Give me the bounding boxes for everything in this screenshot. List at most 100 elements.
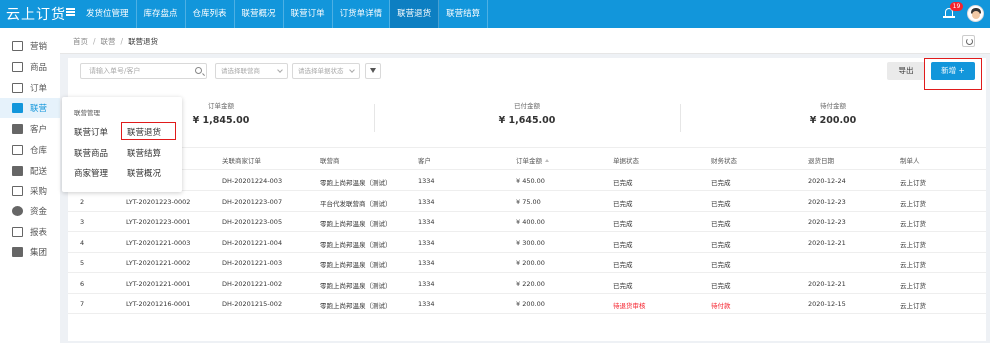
table-cell: 5 — [80, 259, 85, 267]
table-cell: 7 — [80, 300, 85, 308]
table-row[interactable]: 7 LYT-20201216-0001 DH-20201215-002 零跑上尚邦温泉… — [68, 294, 986, 314]
table-cell: 已完成 — [711, 240, 731, 249]
table-cell: 2020-12-21 — [808, 279, 846, 288]
table-cell: LYT-20201216-0001 — [126, 300, 191, 308]
sidebar-item-label: 采购 — [30, 187, 48, 197]
clear-filter-button[interactable] — [365, 63, 381, 79]
col-customer: 客户 — [418, 157, 431, 165]
tab-inventory-check[interactable]: 库存盘点 — [137, 0, 186, 28]
menu-item-jv-settlement[interactable]: 联营结算 — [127, 147, 161, 159]
sidebar-item-label: 商品 — [30, 63, 48, 73]
table-cell: 云上订货 — [900, 261, 926, 269]
table-cell: LYT-20201221-0001 — [126, 279, 191, 288]
menu-item-jv-orders[interactable]: 联营订单 — [74, 126, 108, 138]
table-cell: 3 — [80, 218, 85, 226]
col-order-amount[interactable]: 订单金额 — [516, 155, 549, 165]
highlight-box — [924, 58, 982, 90]
sidebar-item-funds[interactable]: 资金 — [0, 201, 60, 221]
table-cell: 已完成 — [711, 261, 731, 269]
tab-jv-overview[interactable]: 联营概况 — [235, 0, 284, 28]
app-logo[interactable]: 云上订货 — [6, 4, 66, 24]
search-icon[interactable] — [195, 67, 202, 74]
group-icon — [12, 247, 23, 257]
sidebar-item-marketing[interactable]: 营销 — [0, 36, 60, 56]
menu-item-jv-goods[interactable]: 联营商品 — [74, 147, 108, 159]
table-cell: 1334 — [418, 197, 435, 206]
table-cell: 零跑上尚邦温泉（测试） — [320, 220, 392, 228]
sidebar-item-jv[interactable]: 联营 — [0, 98, 60, 118]
table-cell: ¥ 450.00 — [516, 177, 545, 185]
table-cell: 已完成 — [711, 179, 731, 187]
refresh-icon[interactable] — [962, 35, 975, 47]
col-creator: 制单人 — [900, 157, 920, 165]
sidebar-item-label: 配送 — [30, 167, 48, 177]
table-row[interactable]: 4 LYT-20201221-0003 DH-20201221-004 零跑上尚邦温泉… — [68, 233, 986, 253]
tab-warehouse-list[interactable]: 仓库列表 — [186, 0, 235, 28]
top-navbar: 云上订货 发货位管理 库存盘点 仓库列表 联营概况 联营订单 订货单详情 联营退… — [0, 0, 990, 28]
breadcrumb-bar: 首页 / 联营 / 联营退货 — [60, 28, 990, 54]
export-button[interactable]: 导出 — [887, 62, 925, 80]
breadcrumb-parent[interactable]: 联营 — [101, 37, 116, 46]
sidebar-item-goods[interactable]: 商品 — [0, 57, 60, 77]
menu-toggle-icon[interactable] — [66, 8, 75, 16]
table-cell: ¥ 220.00 — [516, 279, 545, 288]
table-cell: 1334 — [418, 218, 435, 226]
sidebar-item-purchase[interactable]: 采购 — [0, 181, 60, 201]
search-placeholder: 请输入单号/客户 — [89, 67, 141, 75]
table-row[interactable]: 5 LYT-20201221-0002 DH-20201221-003 零跑上尚邦温泉… — [68, 253, 986, 273]
table-cell: 1334 — [418, 279, 435, 288]
sort-icon[interactable] — [545, 159, 549, 162]
highlight-box — [121, 122, 176, 140]
table-cell: LYT-20201223-0002 — [126, 197, 191, 206]
tab-jv-orders[interactable]: 联营订单 — [284, 0, 333, 28]
table-cell: 零跑上尚邦温泉（测试） — [320, 302, 392, 310]
table-cell: 已完成 — [711, 281, 731, 290]
tab-shipping-location[interactable]: 发货位管理 — [79, 0, 137, 28]
sidebar-item-label: 仓库 — [30, 146, 48, 156]
table-cell: 2020-12-24 — [808, 177, 846, 185]
table-cell: 已完成 — [613, 281, 633, 290]
table-cell: LYT-20201223-0001 — [126, 218, 191, 226]
table-cell: 4 — [80, 238, 85, 247]
sidebar-item-delivery[interactable]: 配送 — [0, 161, 60, 181]
table-row[interactable]: 2 LYT-20201223-0002 DH-20201223-007 平台代发联营商… — [68, 192, 986, 212]
supplier-select[interactable]: 请选择联营商 — [215, 63, 288, 79]
sidebar-item-warehouse[interactable]: 仓库 — [0, 140, 60, 160]
table-cell: DH-20201223-005 — [222, 218, 283, 226]
table-cell: 2020-12-23 — [808, 218, 846, 226]
table-cell: 2020-12-21 — [808, 238, 846, 247]
tab-jv-settlement[interactable]: 联营结算 — [439, 0, 489, 28]
tab-order-detail[interactable]: 订货单详情 — [333, 0, 391, 28]
chevron-down-icon — [277, 67, 283, 73]
search-input[interactable]: 请输入单号/客户 — [80, 63, 207, 79]
sidebar-item-customer[interactable]: 客户 — [0, 119, 60, 139]
table-cell: DH-20201215-002 — [222, 300, 283, 308]
breadcrumb-current: 联营退货 — [128, 37, 159, 46]
table-row[interactable]: DH-20201224-003 零跑上尚邦温泉（测试） 1334 ¥ 450.00 已完… — [68, 171, 986, 191]
status-select[interactable]: 请选择单据状态 — [292, 63, 360, 79]
avatar[interactable] — [967, 5, 984, 22]
returns-panel: 请输入单号/客户 请选择联营商 请选择单据状态 导出 新增 + 订单金额 ¥ 1… — [68, 58, 986, 341]
truck-icon — [12, 166, 23, 176]
tab-jv-returns[interactable]: 联营退货 — [390, 0, 440, 28]
table-row[interactable]: 3 LYT-20201223-0001 DH-20201223-005 零跑上尚邦温泉… — [68, 212, 986, 232]
sidebar-item-group[interactable]: 集团 — [0, 242, 60, 262]
menu-item-jv-overview[interactable]: 联营概况 — [127, 167, 161, 179]
col-finance-status: 财务状态 — [711, 157, 737, 165]
table-cell: 云上订货 — [900, 240, 926, 249]
top-tabs: 发货位管理 库存盘点 仓库列表 联营概况 联营订单 订货单详情 联营退货 联营结… — [79, 0, 489, 28]
sidebar-item-orders[interactable]: 订单 — [0, 78, 60, 98]
sidebar-item-label: 资金 — [30, 207, 48, 217]
sidebar-item-reports[interactable]: 报表 — [0, 222, 60, 242]
sidebar-item-label: 联营 — [30, 104, 48, 114]
col-doc-status: 单据状态 — [613, 157, 639, 165]
order-icon — [12, 83, 23, 93]
customer-icon — [12, 124, 23, 134]
goods-icon — [12, 62, 23, 72]
table-row[interactable]: 6 LYT-20201221-0001 DH-20201221-002 零跑上尚邦温泉… — [68, 274, 986, 294]
table-cell: 已完成 — [613, 220, 633, 228]
menu-item-merchant-mgmt[interactable]: 商家管理 — [74, 167, 108, 179]
table-cell: LYT-20201221-0002 — [126, 259, 191, 267]
table-cell: 已完成 — [711, 199, 731, 208]
breadcrumb-home[interactable]: 首页 — [73, 37, 88, 46]
